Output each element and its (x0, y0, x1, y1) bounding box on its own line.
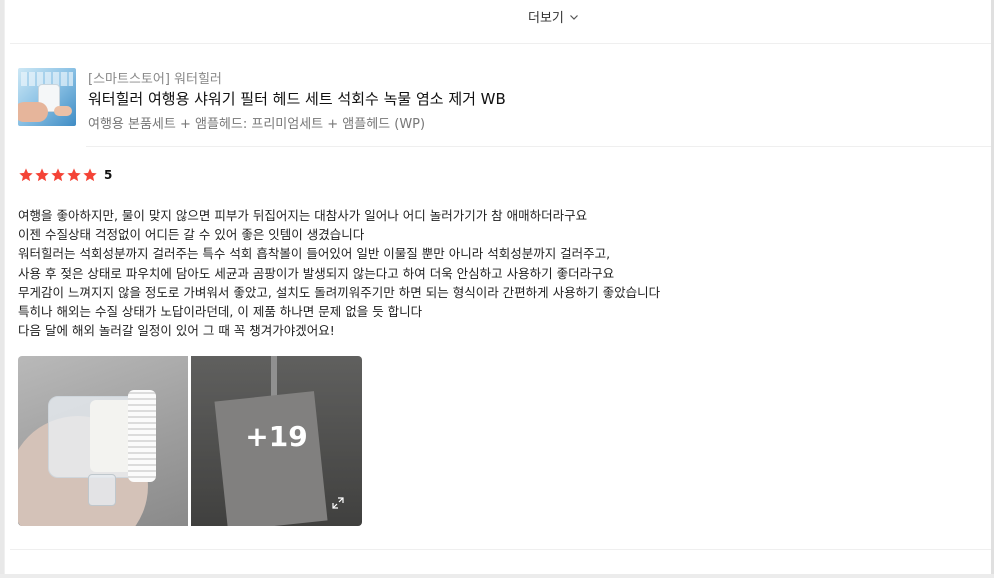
star-icon (67, 168, 81, 182)
divider (10, 549, 991, 550)
star-icon (19, 168, 33, 182)
star-icon (83, 168, 97, 182)
star-icon (51, 168, 65, 182)
review-photos: +19 (18, 356, 362, 526)
review-line: 무게감이 느껴지지 않을 정도로 가벼워서 좋았고, 설치도 돌려끼워주기만 하… (18, 284, 661, 300)
photo-more-count: +19 (245, 420, 308, 453)
divider (10, 43, 991, 44)
product-title[interactable]: 워터힐러 여행용 샤워기 필터 헤드 세트 석회수 녹물 염소 제거 WB (88, 88, 506, 109)
product-option: 여행용 본품세트 + 앰플헤드: 프리미엄세트 + 앰플헤드 (WP) (88, 117, 426, 132)
review-line: 다음 달에 해외 놀러갈 일정이 있어 그 때 꼭 챙겨가야겠어요! (18, 323, 335, 339)
review-line: 이젠 수질상태 걱정없이 어디든 갈 수 있어 좋은 잇템이 생겼습니다 (18, 227, 365, 243)
review-line: 사용 후 젖은 상태로 파우치에 담아도 세균과 곰팡이가 발생되지 않는다고 … (18, 265, 615, 281)
product-info[interactable]: [스마트스토어] 워터힐러 워터힐러 여행용 샤워기 필터 헤드 세트 석회수 … (18, 68, 978, 132)
review-photo-more[interactable]: +19 (191, 356, 362, 526)
star-icon (35, 168, 49, 182)
bottom-frame-border (0, 574, 994, 578)
expand-icon[interactable] (331, 496, 345, 510)
more-button[interactable]: 더보기 (528, 7, 579, 26)
product-thumbnail[interactable] (18, 68, 76, 126)
review-line: 특히나 해외는 수질 상태가 노답이라던데, 이 제품 하나면 문제 없을 듯 … (18, 304, 423, 320)
review-rating: 5 (18, 167, 112, 183)
review-photo[interactable] (18, 356, 188, 526)
more-button-label: 더보기 (528, 11, 564, 26)
review-line: 여행을 좋아하지만, 물이 맞지 않으면 피부가 뒤집어지는 대참사가 일어나 … (18, 208, 588, 223)
chevron-down-icon (569, 14, 578, 20)
review-text: 여행을 좋아하지만, 물이 맞지 않으면 피부가 뒤집어지는 대참사가 일어나 … (18, 206, 660, 340)
rating-score: 5 (104, 168, 113, 182)
store-name[interactable]: [스마트스토어] 워터힐러 (88, 68, 222, 87)
left-frame-border-inner (4, 0, 5, 578)
divider (86, 146, 991, 147)
review-line: 워터힐러는 석회성분까지 걸러주는 특수 석회 흡착볼이 들어있어 일반 이물질… (18, 246, 611, 262)
more-row: 더보기 (0, 0, 994, 38)
